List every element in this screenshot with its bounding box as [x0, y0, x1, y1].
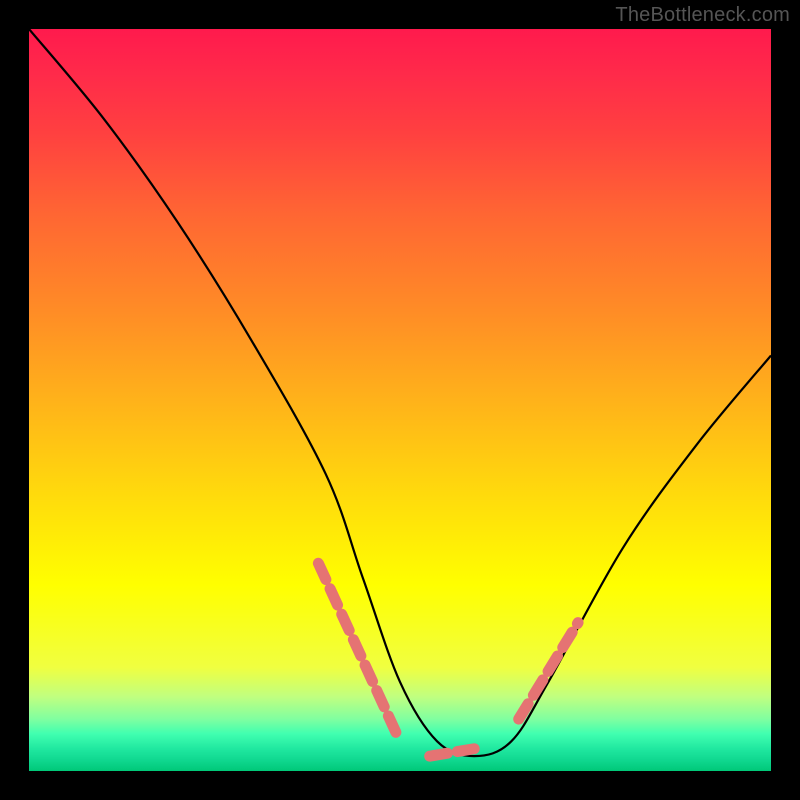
attribution-text: TheBottleneck.com — [615, 4, 790, 27]
dotted-overlay — [318, 563, 578, 756]
dotted-segment — [519, 623, 578, 719]
chart-frame — [29, 29, 771, 771]
bottleneck-curve — [29, 29, 771, 756]
dotted-segment — [430, 749, 475, 756]
curve-path — [29, 29, 771, 756]
chart-svg — [29, 29, 771, 771]
